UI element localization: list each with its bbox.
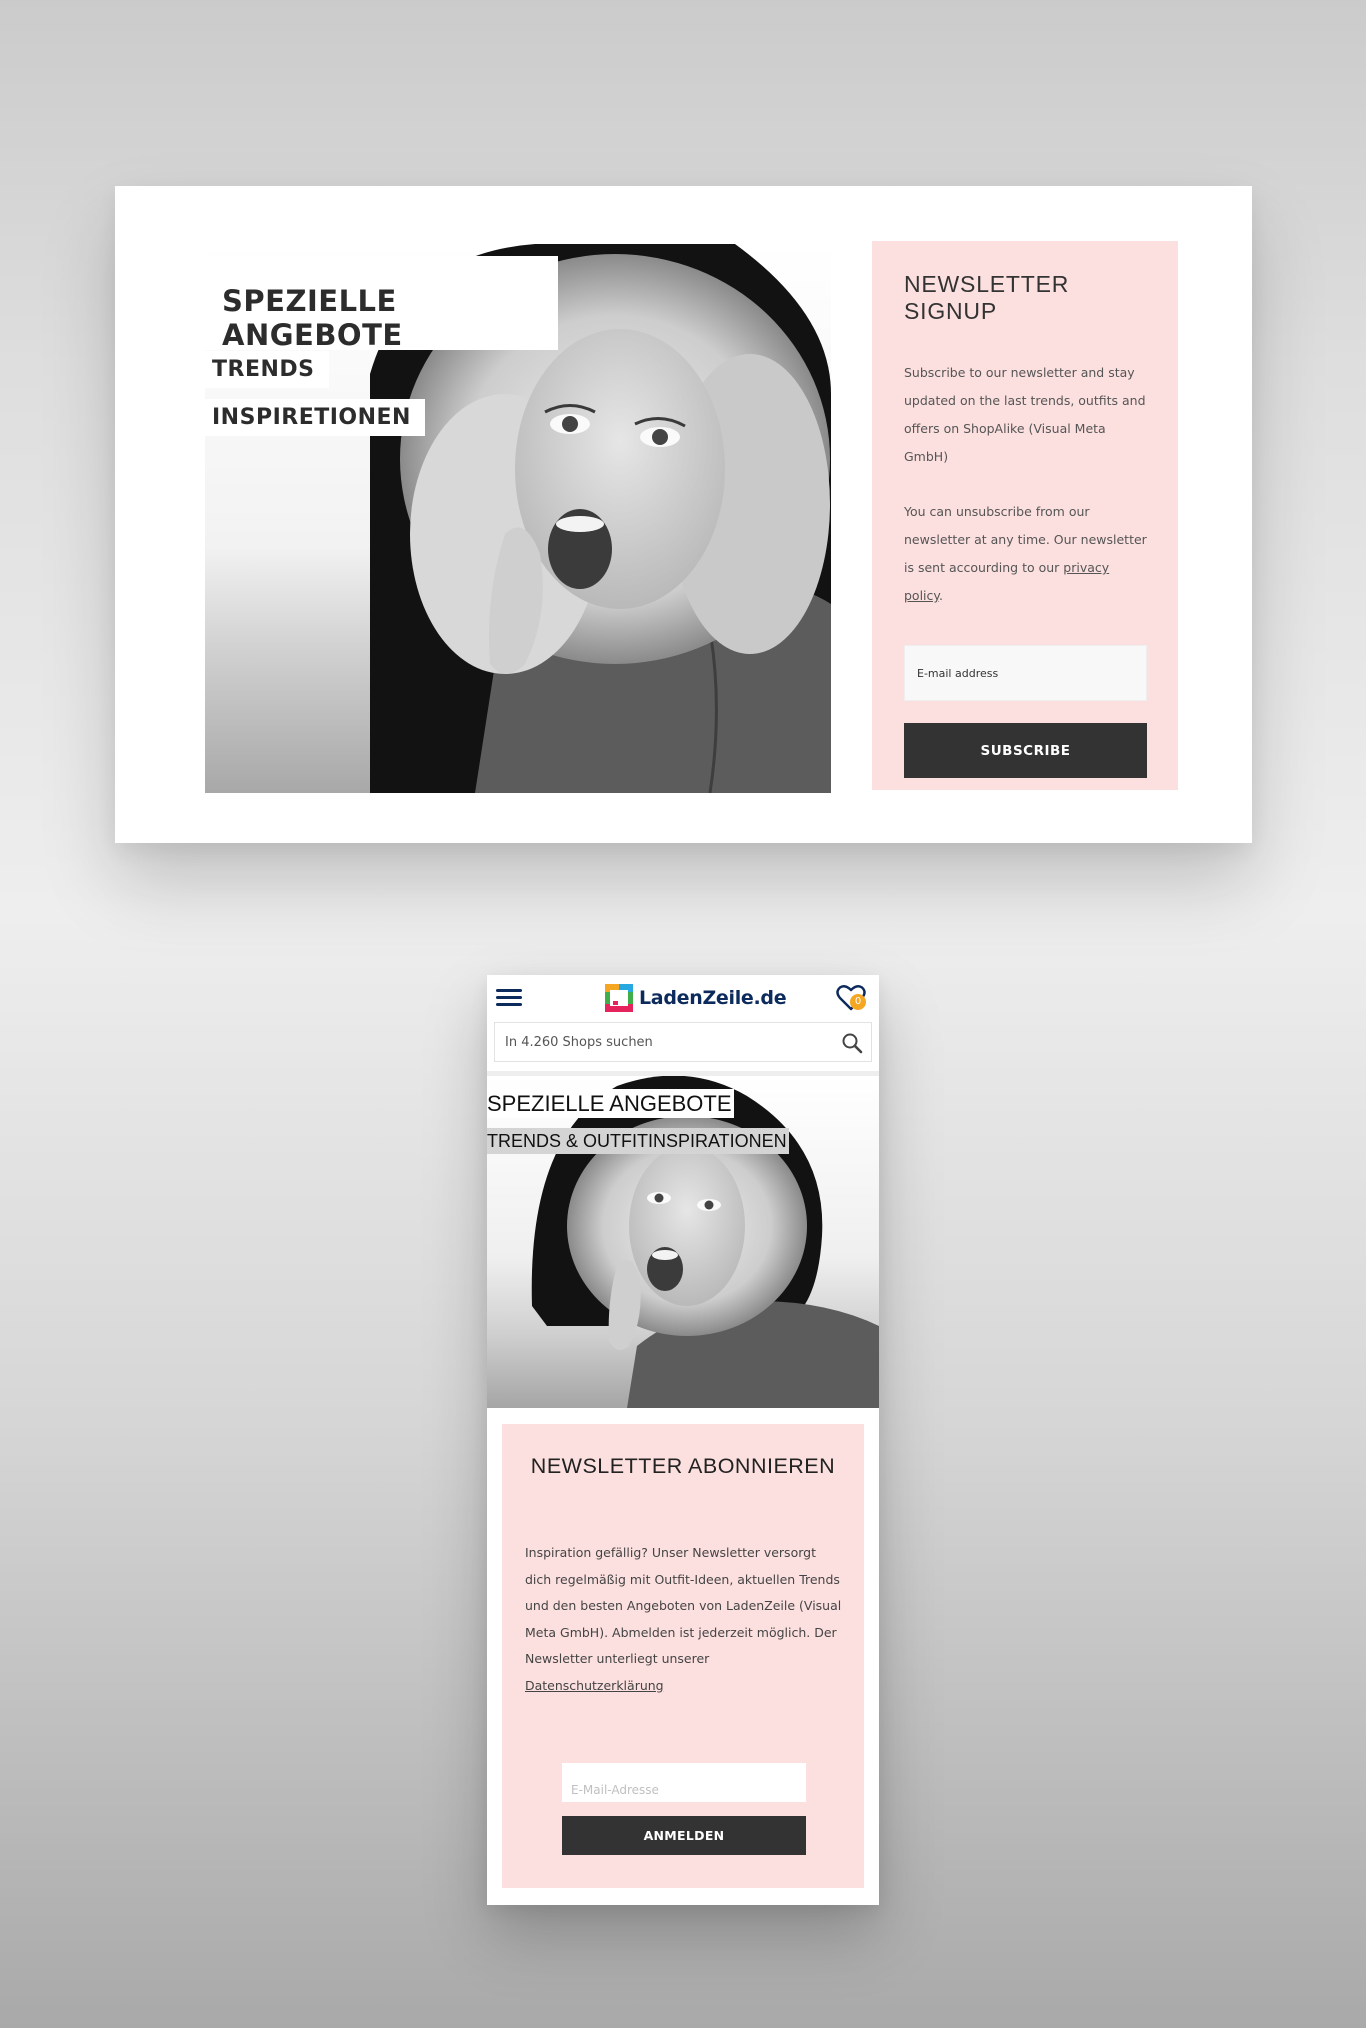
- unsubscribe-text: You can unsubscribe from our newsletter …: [904, 504, 1147, 575]
- email-input[interactable]: [904, 645, 1147, 701]
- logo-icon: [605, 984, 633, 1012]
- mobile-newsletter-title: NEWSLETTER ABONNIEREN: [530, 1454, 836, 1478]
- mobile-newsletter-text: Inspiration gefällig? Unser Newsletter v…: [525, 1545, 842, 1666]
- mobile-hero-photo: [487, 1076, 879, 1408]
- hamburger-icon[interactable]: [496, 987, 522, 1009]
- mobile-newsletter-description: Inspiration gefällig? Unser Newsletter v…: [525, 1540, 845, 1699]
- search-input[interactable]: [495, 1023, 845, 1061]
- subscribe-button[interactable]: SUBSCRIBE: [904, 723, 1147, 778]
- mobile-page: LadenZeile.de 0 In 4.260 Shops suchen SP…: [487, 975, 879, 1905]
- mobile-hero-subtitle: TRENDS & OUTFITINSPIRATIONEN: [487, 1128, 789, 1154]
- newsletter-panel: NEWSLETTER SIGNUP Subscribe to our newsl…: [872, 241, 1178, 790]
- privacy-policy-link[interactable]: Datenschutzerklärung: [525, 1678, 664, 1693]
- logo-text: LadenZeile.de: [639, 987, 787, 1009]
- newsletter-unsubscribe-note: You can unsubscribe from our newsletter …: [904, 498, 1147, 610]
- hero-title: SPEZIELLE ANGEBOTE: [200, 256, 558, 352]
- mobile-newsletter-panel: NEWSLETTER ABONNIEREN Inspiration gefäll…: [502, 1424, 864, 1888]
- hero-subtitle-inspiration: INSPIRETIONEN: [200, 399, 425, 436]
- hero-subtitle-trends: TRENDS: [200, 351, 329, 388]
- mobile-email-input[interactable]: [562, 1763, 806, 1802]
- mobile-header: LadenZeile.de 0: [487, 975, 879, 1021]
- newsletter-description: Subscribe to our newsletter and stay upd…: [904, 365, 1146, 464]
- search-bar: [494, 1022, 872, 1062]
- wishlist-count-badge: 0: [850, 994, 866, 1010]
- search-icon[interactable]: [841, 1032, 863, 1054]
- site-logo[interactable]: LadenZeile.de: [605, 983, 787, 1013]
- mobile-hero-title: SPEZIELLE ANGEBOTE: [487, 1089, 734, 1118]
- subscribe-button[interactable]: ANMELDEN: [562, 1816, 806, 1855]
- desktop-banner: SPEZIELLE ANGEBOTE TRENDS INSPIRETIONEN …: [115, 186, 1252, 843]
- newsletter-title: NEWSLETTER SIGNUP: [904, 271, 1070, 324]
- unsubscribe-text-end: .: [939, 588, 944, 603]
